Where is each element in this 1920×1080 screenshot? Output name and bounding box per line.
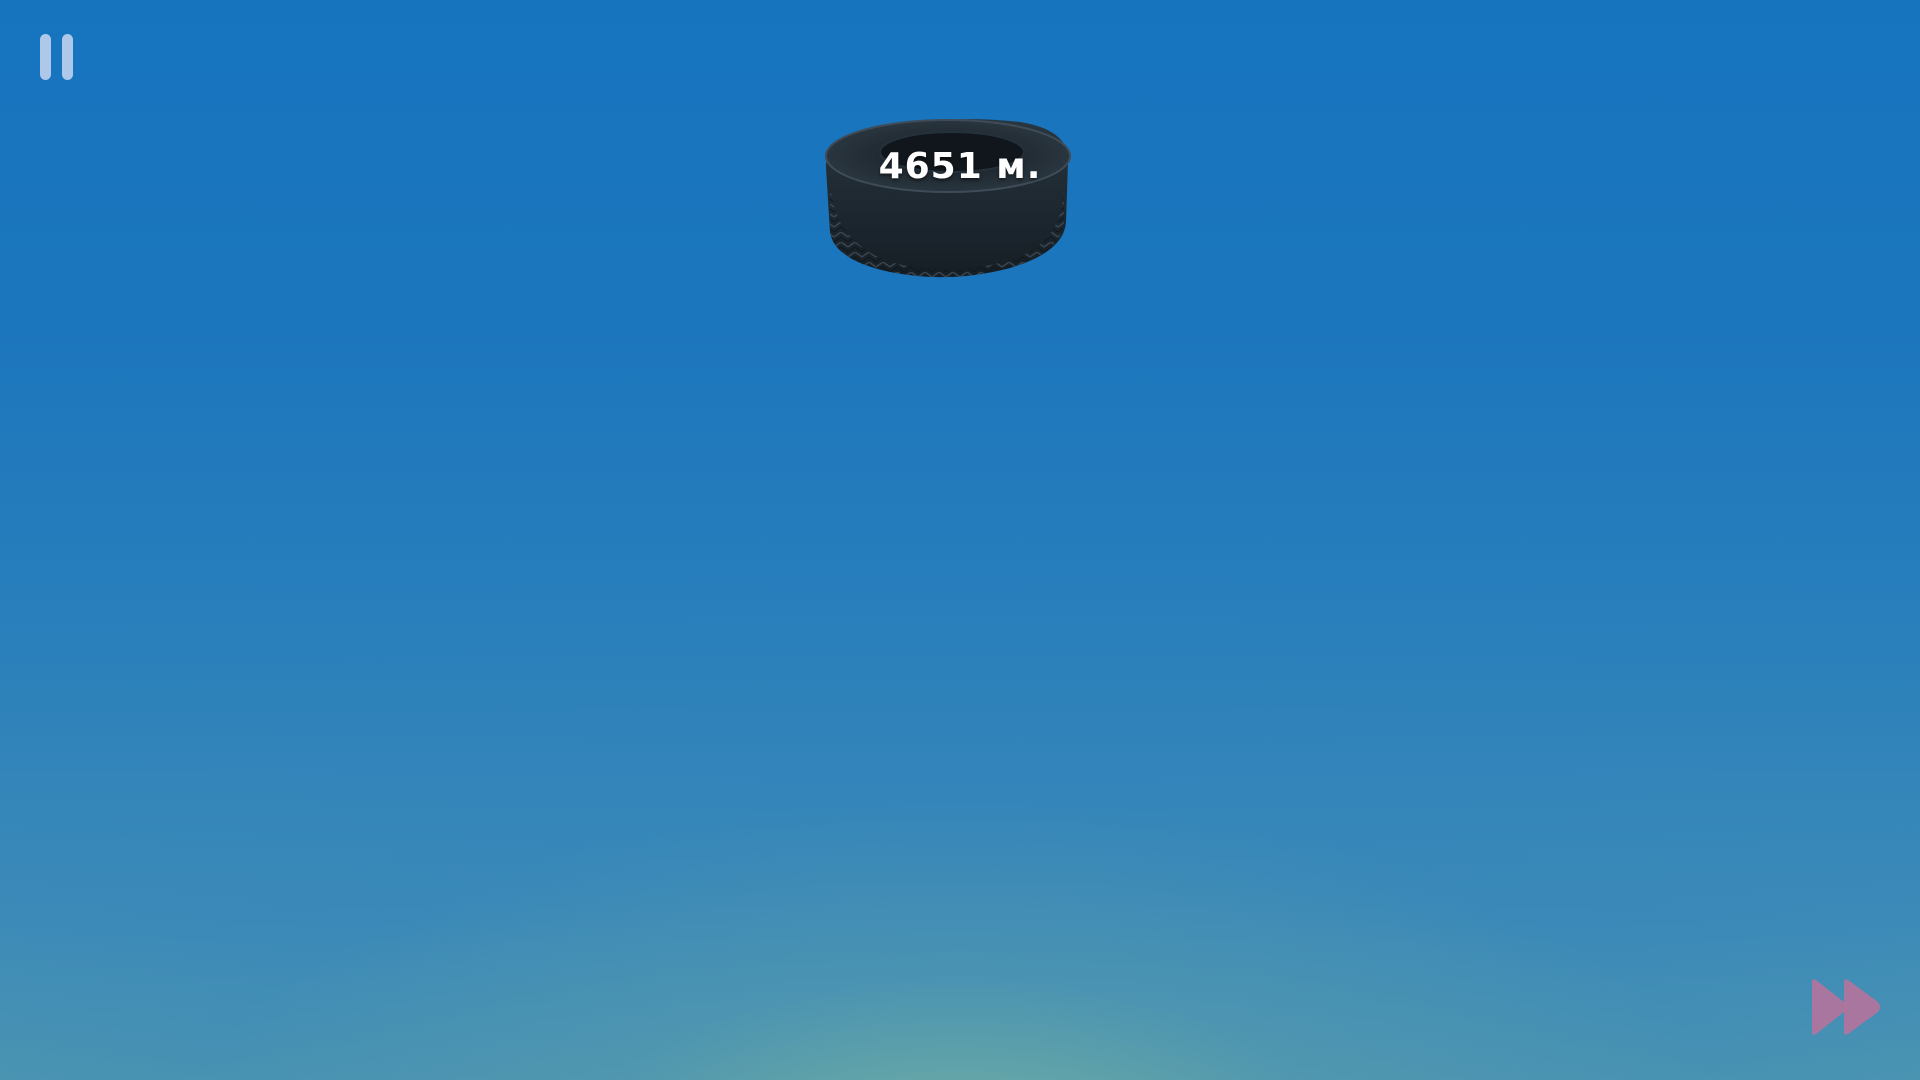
fast-forward-icon (1812, 979, 1880, 1035)
game-viewport[interactable]: 4651 м. (0, 0, 1920, 1080)
pause-icon-right-bar (62, 34, 73, 80)
distance-counter: 4651 м. (878, 146, 1042, 187)
fast-forward-button[interactable] (1808, 976, 1884, 1038)
pause-button[interactable] (38, 34, 80, 84)
tire-icon (820, 112, 1074, 282)
pause-icon-left-bar (40, 34, 51, 80)
